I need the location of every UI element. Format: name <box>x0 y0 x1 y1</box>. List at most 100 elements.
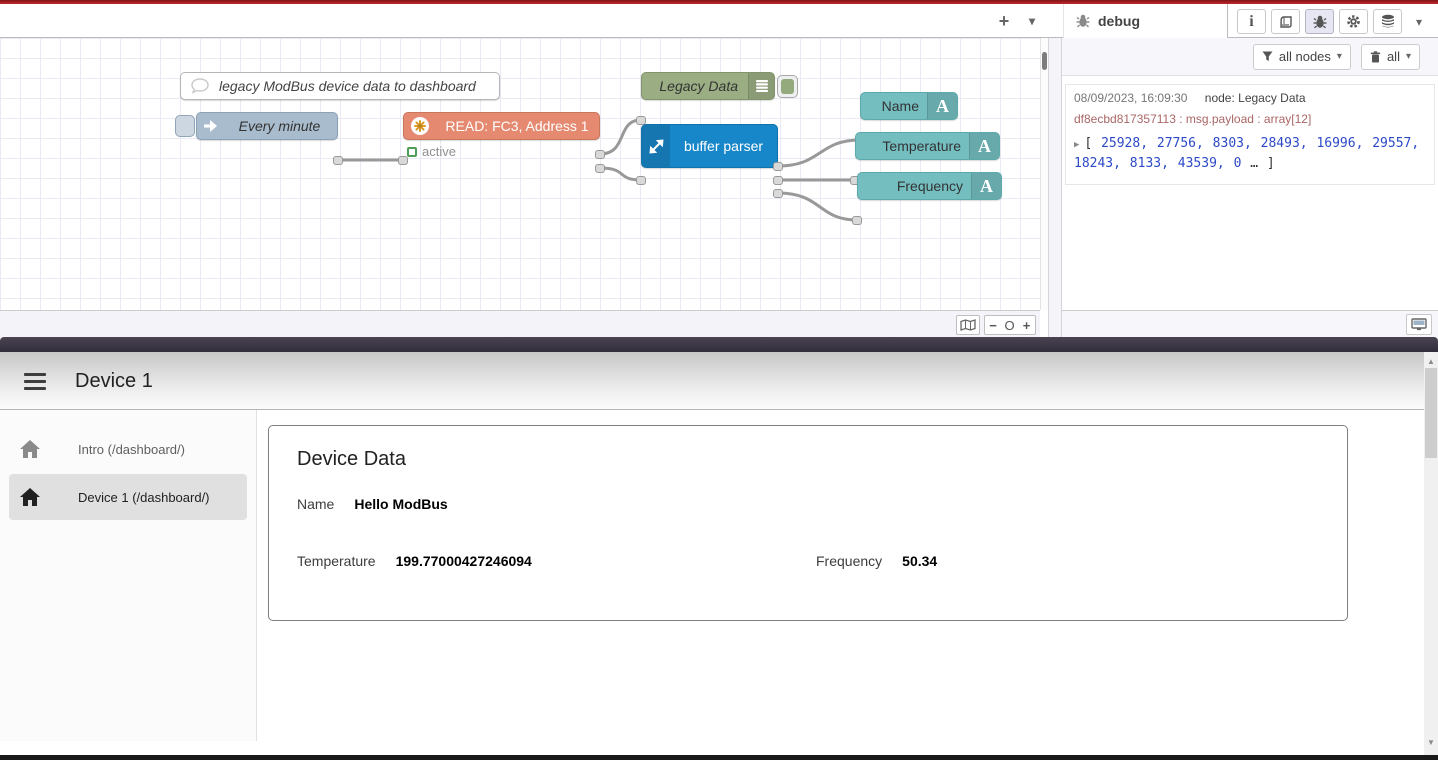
scrollbar-thumb[interactable] <box>1042 52 1047 70</box>
funnel-icon <box>1262 51 1273 62</box>
field-name: NameHello ModBus <box>297 496 448 512</box>
text-a-icon: A <box>971 173 1001 199</box>
home-icon <box>20 488 40 506</box>
buffer-parser-label: buffer parser <box>670 138 777 154</box>
zoom-out-button[interactable]: − <box>984 315 1002 335</box>
port-parser-out-2[interactable] <box>773 176 783 185</box>
debug-toolbar: all nodes ▾ all ▾ <box>1062 38 1438 76</box>
node-red-editor-window: + ▾ debug i <box>0 4 1438 337</box>
field-frequency-value: 50.34 <box>902 553 937 569</box>
menu-hamburger-icon[interactable] <box>24 373 46 390</box>
debug-message-list[interactable]: 08/09/2023, 16:09:30 node: Legacy Data d… <box>1062 76 1438 310</box>
trash-icon <box>1370 51 1381 63</box>
expand-caret-icon[interactable]: ▶ <box>1074 140 1079 150</box>
status-text: active <box>422 144 456 159</box>
nav-item-intro[interactable]: Intro (/dashboard/) <box>9 426 247 472</box>
text-a-icon: A <box>927 93 957 119</box>
port-parser-out-3[interactable] <box>773 189 783 198</box>
sidebar-menu-chevron-icon[interactable]: ▾ <box>1408 9 1430 34</box>
port-parser-in[interactable] <box>636 176 646 185</box>
filter-label: all nodes <box>1279 49 1331 64</box>
dashboard-header: Device 1 <box>0 352 1424 410</box>
speech-bubble-icon <box>191 78 209 94</box>
node-ui-text-frequency[interactable]: Frequency A <box>857 172 1002 200</box>
ui-name-label: Name <box>861 98 927 114</box>
ui-frequency-label: Frequency <box>858 178 971 194</box>
comment-label: legacy ModBus device data to dashboard <box>219 78 476 94</box>
bug-icon <box>1076 14 1090 28</box>
scrollbar-thumb[interactable] <box>1425 368 1437 458</box>
port-read-out-1[interactable] <box>595 150 605 159</box>
nav-item-label: Device 1 (/dashboard/) <box>78 490 210 505</box>
status-green-square-icon <box>407 147 417 157</box>
node-ui-text-name[interactable]: Name A <box>860 92 958 120</box>
bug-icon <box>1313 15 1327 29</box>
zoom-in-button[interactable]: + <box>1018 315 1036 335</box>
debug-property-path: df8ecbd817357113 : msg.payload : array[1… <box>1074 112 1426 126</box>
debug-message: 08/09/2023, 16:09:30 node: Legacy Data d… <box>1065 84 1435 185</box>
close-bracket: ] <box>1267 156 1275 171</box>
open-debug-window-button[interactable] <box>1406 314 1432 335</box>
inject-arrow-icon <box>203 119 218 133</box>
ui-temperature-label: Temperature <box>856 138 969 154</box>
home-icon <box>20 440 40 458</box>
debug-clear-button[interactable]: all ▾ <box>1361 44 1420 70</box>
debug-sidebar-button[interactable] <box>1305 9 1334 34</box>
zoom-reset-button[interactable]: O <box>1001 315 1019 335</box>
debug-node-label: Legacy Data <box>642 78 748 94</box>
node-modbus-read[interactable]: READ: FC3, Address 1 <box>403 112 600 140</box>
open-bracket: [ <box>1084 136 1092 151</box>
field-temperature: Temperature 199.77000427246094 <box>297 553 532 569</box>
navigator-map-button[interactable] <box>956 315 980 335</box>
flow-tab-bar: + ▾ debug i <box>0 4 1438 38</box>
field-temperature-label: Temperature <box>297 553 376 569</box>
inject-trigger-button[interactable] <box>175 115 195 137</box>
debug-toggle-state <box>781 79 794 94</box>
dashboard-nav-drawer: Intro (/dashboard/) Device 1 (/dashboard… <box>0 410 257 741</box>
port-parser-out-1[interactable] <box>773 162 783 171</box>
info-sidebar-button[interactable]: i <box>1237 9 1266 34</box>
field-name-value: Hello ModBus <box>354 496 447 512</box>
scroll-up-arrow-icon[interactable]: ▲ <box>1424 354 1438 369</box>
scroll-down-arrow-icon[interactable]: ▼ <box>1424 735 1438 750</box>
debug-source-node[interactable]: node: Legacy Data <box>1205 91 1306 105</box>
device-data-card: Device Data NameHello ModBus Temperature… <box>268 425 1348 621</box>
help-book-button[interactable] <box>1271 9 1300 34</box>
port-read-out-2[interactable] <box>595 164 605 173</box>
node-buffer-parser[interactable]: buffer parser <box>641 124 778 168</box>
flow-list-chevron-icon[interactable]: ▾ <box>1020 10 1044 32</box>
modbus-read-label: READ: FC3, Address 1 <box>435 118 599 134</box>
debug-timestamp: 08/09/2023, 16:09:30 <box>1074 91 1187 105</box>
node-ui-text-temperature[interactable]: Temperature A <box>855 132 1000 160</box>
card-title: Device Data <box>297 448 1319 471</box>
text-a-icon: A <box>969 133 999 159</box>
dashboard-vertical-scrollbar[interactable]: ▲ ▼ <box>1424 352 1438 755</box>
debug-filter-button[interactable]: all nodes ▾ <box>1253 44 1351 70</box>
node-comment[interactable]: legacy ModBus device data to dashboard <box>180 72 500 100</box>
nav-item-device-1[interactable]: Device 1 (/dashboard/) <box>9 474 247 520</box>
inject-label: Every minute <box>222 118 337 134</box>
port-ui-frequency-in[interactable] <box>852 216 862 225</box>
debug-sidebar: all nodes ▾ all ▾ 08/09/2023, 16:09:30 n… <box>1062 38 1438 337</box>
field-temperature-value: 199.77000427246094 <box>396 553 532 569</box>
expand-arrows-icon <box>642 125 670 167</box>
port-inject-out[interactable] <box>333 156 343 165</box>
node-debug-legacy-data[interactable]: Legacy Data <box>641 72 775 100</box>
debug-sidebar-footer <box>1062 310 1438 337</box>
tab-debug[interactable]: debug <box>1063 4 1228 38</box>
context-data-button[interactable] <box>1373 9 1402 34</box>
field-frequency: Frequency50.34 <box>816 553 937 569</box>
database-icon <box>1381 14 1395 29</box>
debug-payload-numbers: 25928, 27756, 8303, 28493, 16996, 29557,… <box>1074 136 1419 171</box>
clear-label: all <box>1387 49 1400 64</box>
config-nodes-button[interactable] <box>1339 9 1368 34</box>
sidebar-splitter[interactable] <box>1048 38 1062 337</box>
debug-enable-toggle[interactable] <box>777 75 798 98</box>
workspace-vertical-scrollbar[interactable] <box>1040 38 1048 310</box>
dashboard-title: Device 1 <box>75 370 153 393</box>
node-inject[interactable]: Every minute <box>196 112 338 140</box>
dashboard-content: Device Data NameHello ModBus Temperature… <box>257 410 1424 741</box>
add-flow-button[interactable]: + <box>992 10 1016 32</box>
debug-payload: ▶ [ 25928, 27756, 8303, 28493, 16996, 295… <box>1074 134 1426 174</box>
modbus-flower-icon <box>411 117 429 135</box>
